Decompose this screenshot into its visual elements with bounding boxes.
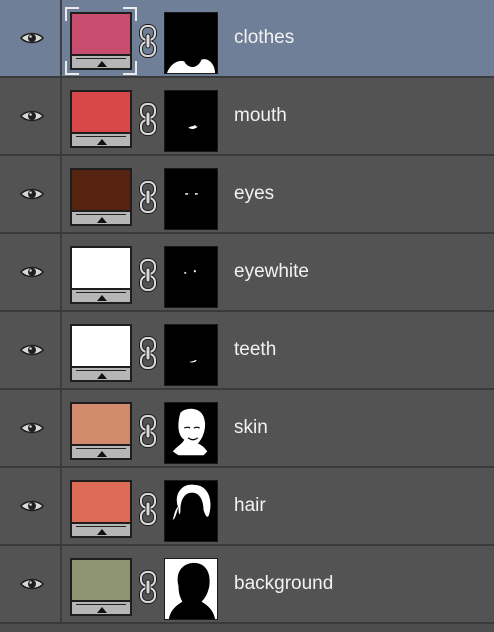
selection-bracket [65,61,79,75]
layer-name[interactable]: teeth [234,339,276,361]
triangle-up-icon [97,451,107,457]
selection-bracket [123,61,137,75]
layer-mask-thumbnail[interactable] [164,558,218,620]
eye-icon[interactable] [19,30,45,46]
adjustment-bar-line [76,370,126,371]
selection-bracket [123,7,137,21]
visibility-toggle[interactable] [0,312,62,388]
visibility-toggle[interactable] [0,234,62,310]
layer-row-teeth[interactable]: teeth [0,312,494,390]
adjustment-bar [70,446,132,460]
layer-mask-thumbnail[interactable] [164,90,218,152]
adjustment-bar-line [76,526,126,527]
adjustment-bar [70,524,132,538]
chain-link-icon[interactable] [139,492,157,526]
layer-row-eyes[interactable]: eyes [0,156,494,234]
layer-thumbnail[interactable] [70,90,132,148]
eye-icon[interactable] [19,576,45,592]
triangle-up-icon [97,217,107,223]
layer-thumbnail[interactable] [70,558,132,616]
layer-row-eyewhite[interactable]: eyewhite [0,234,494,312]
color-swatch[interactable] [70,324,132,368]
adjustment-bar-line [76,136,126,137]
eye-icon[interactable] [19,420,45,436]
visibility-toggle[interactable] [0,390,62,466]
adjustment-bar [70,602,132,616]
layer-row-clothes[interactable]: clothes [0,0,494,78]
visibility-toggle[interactable] [0,468,62,544]
layer-mask-thumbnail[interactable] [164,480,218,542]
color-swatch[interactable] [70,90,132,134]
layer-thumbnail[interactable] [70,324,132,382]
layer-thumbnail[interactable] [70,402,132,460]
layer-name[interactable]: mouth [234,105,287,127]
color-swatch[interactable] [70,246,132,290]
color-swatch[interactable] [70,402,132,446]
eye-icon[interactable] [19,342,45,358]
adjustment-bar-line [76,58,126,59]
triangle-up-icon [97,373,107,379]
chain-link-icon[interactable] [139,258,157,292]
layer-thumbnail[interactable] [70,246,132,304]
triangle-up-icon [97,139,107,145]
eye-icon[interactable] [19,264,45,280]
selection-bracket [65,7,79,21]
layer-row-skin[interactable]: skin [0,390,494,468]
layer-name[interactable]: eyes [234,183,274,205]
layer-thumbnail[interactable] [70,480,132,538]
adjustment-bar [70,212,132,226]
layer-name[interactable]: skin [234,417,268,439]
layers-panel: clothes mouth eyes eyewhite teeth skin hair bac… [0,0,494,632]
layer-mask-thumbnail[interactable] [164,12,218,74]
layer-name[interactable]: background [234,573,333,595]
chain-link-icon[interactable] [139,570,157,604]
visibility-toggle[interactable] [0,0,62,76]
layer-row-background[interactable]: background [0,546,494,624]
triangle-up-icon [97,295,107,301]
adjustment-bar [70,134,132,148]
layer-mask-thumbnail[interactable] [164,402,218,464]
triangle-up-icon [97,529,107,535]
visibility-toggle[interactable] [0,156,62,232]
chain-link-icon[interactable] [139,180,157,214]
adjustment-bar-line [76,604,126,605]
visibility-toggle[interactable] [0,78,62,154]
adjustment-bar-line [76,448,126,449]
chain-link-icon[interactable] [139,24,157,58]
chain-link-icon[interactable] [139,414,157,448]
triangle-up-icon [97,607,107,613]
adjustment-bar-line [76,214,126,215]
adjustment-bar [70,290,132,304]
layer-thumbnail[interactable] [70,168,132,226]
color-swatch[interactable] [70,558,132,602]
layer-mask-thumbnail[interactable] [164,168,218,230]
layer-row-hair[interactable]: hair [0,468,494,546]
layer-name[interactable]: hair [234,495,266,517]
layer-name[interactable]: clothes [234,27,294,49]
color-swatch[interactable] [70,480,132,524]
eye-icon[interactable] [19,498,45,514]
eye-icon[interactable] [19,108,45,124]
triangle-up-icon [97,61,107,67]
layer-mask-thumbnail[interactable] [164,324,218,386]
adjustment-bar-line [76,292,126,293]
adjustment-bar [70,368,132,382]
eye-icon[interactable] [19,186,45,202]
layer-thumbnail[interactable] [65,7,137,75]
layer-mask-thumbnail[interactable] [164,246,218,308]
layer-row-mouth[interactable]: mouth [0,78,494,156]
layer-name[interactable]: eyewhite [234,261,309,283]
visibility-toggle[interactable] [0,546,62,622]
color-swatch[interactable] [70,168,132,212]
chain-link-icon[interactable] [139,336,157,370]
chain-link-icon[interactable] [139,102,157,136]
